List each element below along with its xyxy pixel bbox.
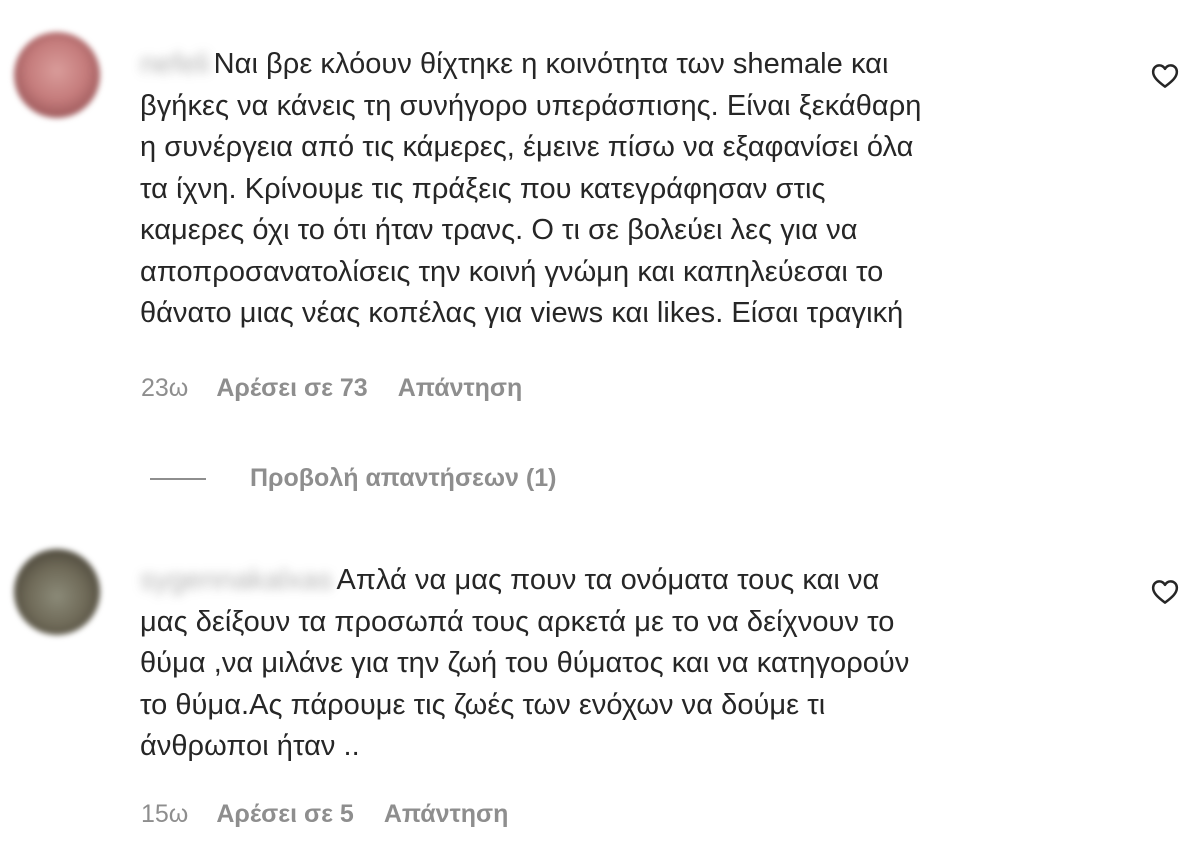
comment-line: θύμα ,να μιλάνε για την ζωή του θύματος … (140, 647, 910, 679)
reply-button[interactable]: Απάντηση (398, 374, 523, 403)
comment-line: μας δείξουν τα προσωπά τους αρκετά με το… (140, 605, 895, 638)
comment-line: Απλά να μας πουν τα ονόματα τους και να (336, 564, 880, 596)
comment-line: αποπροσανατολίσεις την κοινή γνώμη και κ… (140, 255, 884, 288)
avatar[interactable] (14, 32, 100, 118)
comment-timestamp[interactable]: 15ω (141, 800, 188, 829)
view-replies-label: Προβολή απαντήσεων (1) (250, 464, 557, 492)
heart-outline-icon[interactable] (1150, 577, 1180, 607)
comment-line: τα ίχνη. Κρίνουμε τις πράξεις που κατεγρ… (140, 172, 826, 205)
comment-meta: 15ω Αρέσει σε 5 Απάντηση (141, 800, 508, 829)
comment-text: nefeli Ναι βρε κλόουν θίχτηκε η κοινότητα… (140, 44, 1120, 335)
avatar[interactable] (14, 549, 100, 635)
comment-username[interactable]: nefeli (140, 44, 210, 86)
heart-outline-icon[interactable] (1150, 61, 1180, 91)
comment-line: η συνέργεια από τις κάμερες, έμεινε πίσω… (140, 131, 914, 163)
comment-line: βγήκες να κάνεις τη συνήγορο υπεράσπισης… (140, 89, 922, 122)
view-replies-button[interactable]: Προβολή απαντήσεων (1) (150, 464, 556, 493)
reply-button[interactable]: Απάντηση (384, 800, 509, 829)
comment-text: sygennakalxas Απλά να μας πουν τα ονόματα… (140, 560, 1120, 768)
likes-count-button[interactable]: Αρέσει σε 73 (216, 374, 367, 403)
comment-meta: 23ω Αρέσει σε 73 Απάντηση (141, 374, 522, 403)
comment-line: το θύμα.Ας πάρουμε τις ζωές των ενόχων ν… (140, 688, 826, 721)
comment-line: θάνατο μιας νέας κοπέλας για views και l… (140, 297, 904, 329)
comment-timestamp[interactable]: 23ω (141, 374, 188, 403)
comment-line: καμερες όχι το ότι ήταν τρανς. Ο τι σε β… (140, 214, 858, 246)
comment-line: άνθρωποι ήταν .. (140, 730, 360, 762)
comment-line: Ναι βρε κλόουν θίχτηκε η κοινότητα των s… (213, 48, 889, 80)
comment-username[interactable]: sygennakalxas (140, 560, 333, 602)
likes-count-button[interactable]: Αρέσει σε 5 (216, 800, 353, 829)
replies-divider (150, 477, 206, 480)
